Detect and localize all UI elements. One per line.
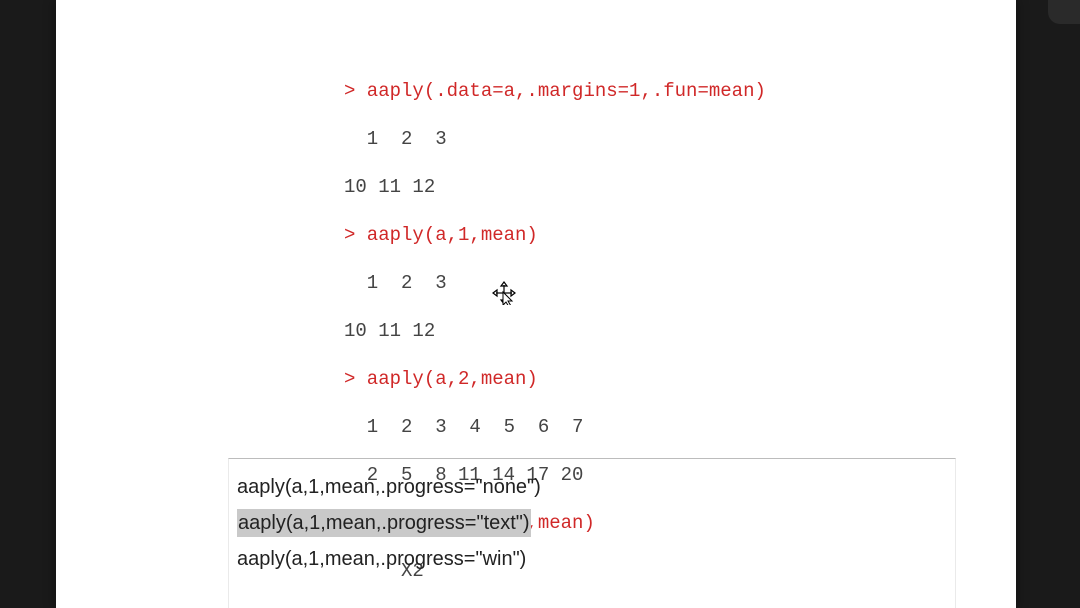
console-output-line: 10 11 12 <box>344 319 766 343</box>
overlay-pill <box>1048 0 1080 24</box>
console-output-line: 1 2 3 4 5 6 7 <box>344 415 766 439</box>
viewport: > aaply(.data=a,.margins=1,.fun=mean) 1 … <box>0 0 1080 608</box>
highlight-span: aaply(a,1,mean,.progress="text") <box>237 509 531 537</box>
console-command: > aaply(a,2,mean) <box>344 367 766 391</box>
console-output-line: 10 11 12 <box>344 175 766 199</box>
code-line: aaply(a,1,mean,.progress="none") <box>237 469 947 505</box>
code-line-highlighted: aaply(a,1,mean,.progress="text") <box>237 505 531 541</box>
document-page: > aaply(.data=a,.margins=1,.fun=mean) 1 … <box>56 0 1016 608</box>
console-command: > aaply(.data=a,.margins=1,.fun=mean) <box>344 79 766 103</box>
console-output-line: 1 2 3 <box>344 271 766 295</box>
progress-examples-block: aaply(a,1,mean,.progress="none") aaply(a… <box>228 458 956 608</box>
console-command: > aaply(a,1,mean) <box>344 223 766 247</box>
mini-console: > aaply(a,1,mean,.progress="none") 1 2 3 <box>237 591 947 608</box>
code-line: aaply(a,1,mean,.progress="win") <box>237 541 947 577</box>
console-output-line: 1 2 3 <box>344 127 766 151</box>
